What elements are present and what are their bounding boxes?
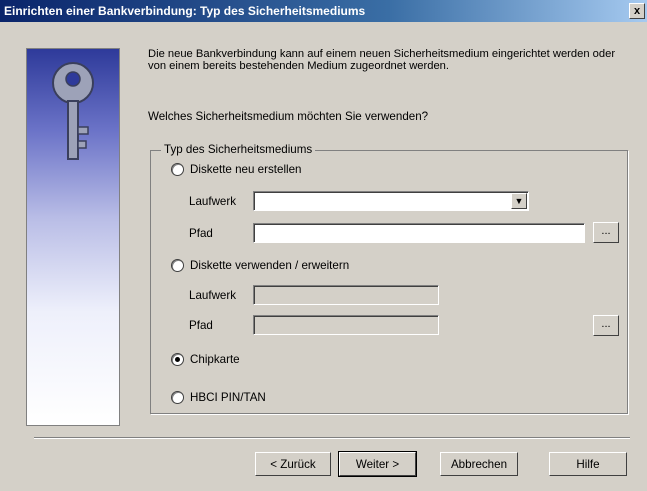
cancel-button[interactable]: Abbrechen	[440, 452, 518, 476]
radio-new-disk-label: Diskette neu erstellen	[190, 163, 302, 176]
help-button[interactable]: Hilfe	[549, 452, 627, 476]
radio-new-disk[interactable]: Diskette neu erstellen	[171, 163, 302, 176]
new-path-input[interactable]	[253, 223, 585, 243]
new-drive-select[interactable]: ▼	[253, 191, 529, 211]
wizard-side-image	[26, 48, 120, 426]
chevron-down-icon[interactable]: ▼	[511, 193, 527, 209]
next-button[interactable]: Weiter >	[338, 451, 417, 477]
existing-path-browse-button[interactable]: ...	[593, 315, 619, 336]
security-medium-group: Typ des Sicherheitsmediums Diskette neu …	[150, 143, 628, 414]
radio-hbci-pin-tan-indicator[interactable]	[171, 391, 184, 404]
radio-existing-disk-indicator[interactable]	[171, 259, 184, 272]
new-path-browse-button[interactable]: ...	[593, 222, 619, 243]
key-icon	[52, 62, 94, 160]
radio-chipcard-label: Chipkarte	[190, 353, 240, 366]
radio-existing-disk-label: Diskette verwenden / erweitern	[190, 259, 350, 272]
existing-drive-label: Laufwerk	[189, 289, 237, 302]
new-path-label: Pfad	[189, 227, 213, 240]
radio-new-disk-indicator[interactable]	[171, 163, 184, 176]
button-separator	[34, 437, 630, 439]
intro-text: Die neue Bankverbindung kann auf einem n…	[148, 48, 616, 72]
existing-drive-select[interactable]	[253, 285, 439, 305]
radio-chipcard[interactable]: Chipkarte	[171, 353, 240, 366]
existing-path-input[interactable]	[253, 315, 439, 335]
window-title: Einrichten einer Bankverbindung: Typ des…	[4, 4, 366, 18]
group-legend: Typ des Sicherheitsmediums	[161, 143, 316, 156]
question-text: Welches Sicherheitsmedium möchten Sie ve…	[148, 110, 429, 123]
close-button[interactable]: x	[629, 3, 645, 19]
title-bar: Einrichten einer Bankverbindung: Typ des…	[0, 0, 647, 22]
radio-chipcard-indicator[interactable]	[171, 353, 184, 366]
radio-existing-disk[interactable]: Diskette verwenden / erweitern	[171, 259, 349, 272]
radio-hbci-pin-tan[interactable]: HBCI PIN/TAN	[171, 391, 266, 404]
existing-path-label: Pfad	[189, 319, 213, 332]
new-drive-label: Laufwerk	[189, 195, 237, 208]
radio-hbci-pin-tan-label: HBCI PIN/TAN	[190, 391, 266, 404]
back-button[interactable]: < Zurück	[255, 452, 331, 476]
